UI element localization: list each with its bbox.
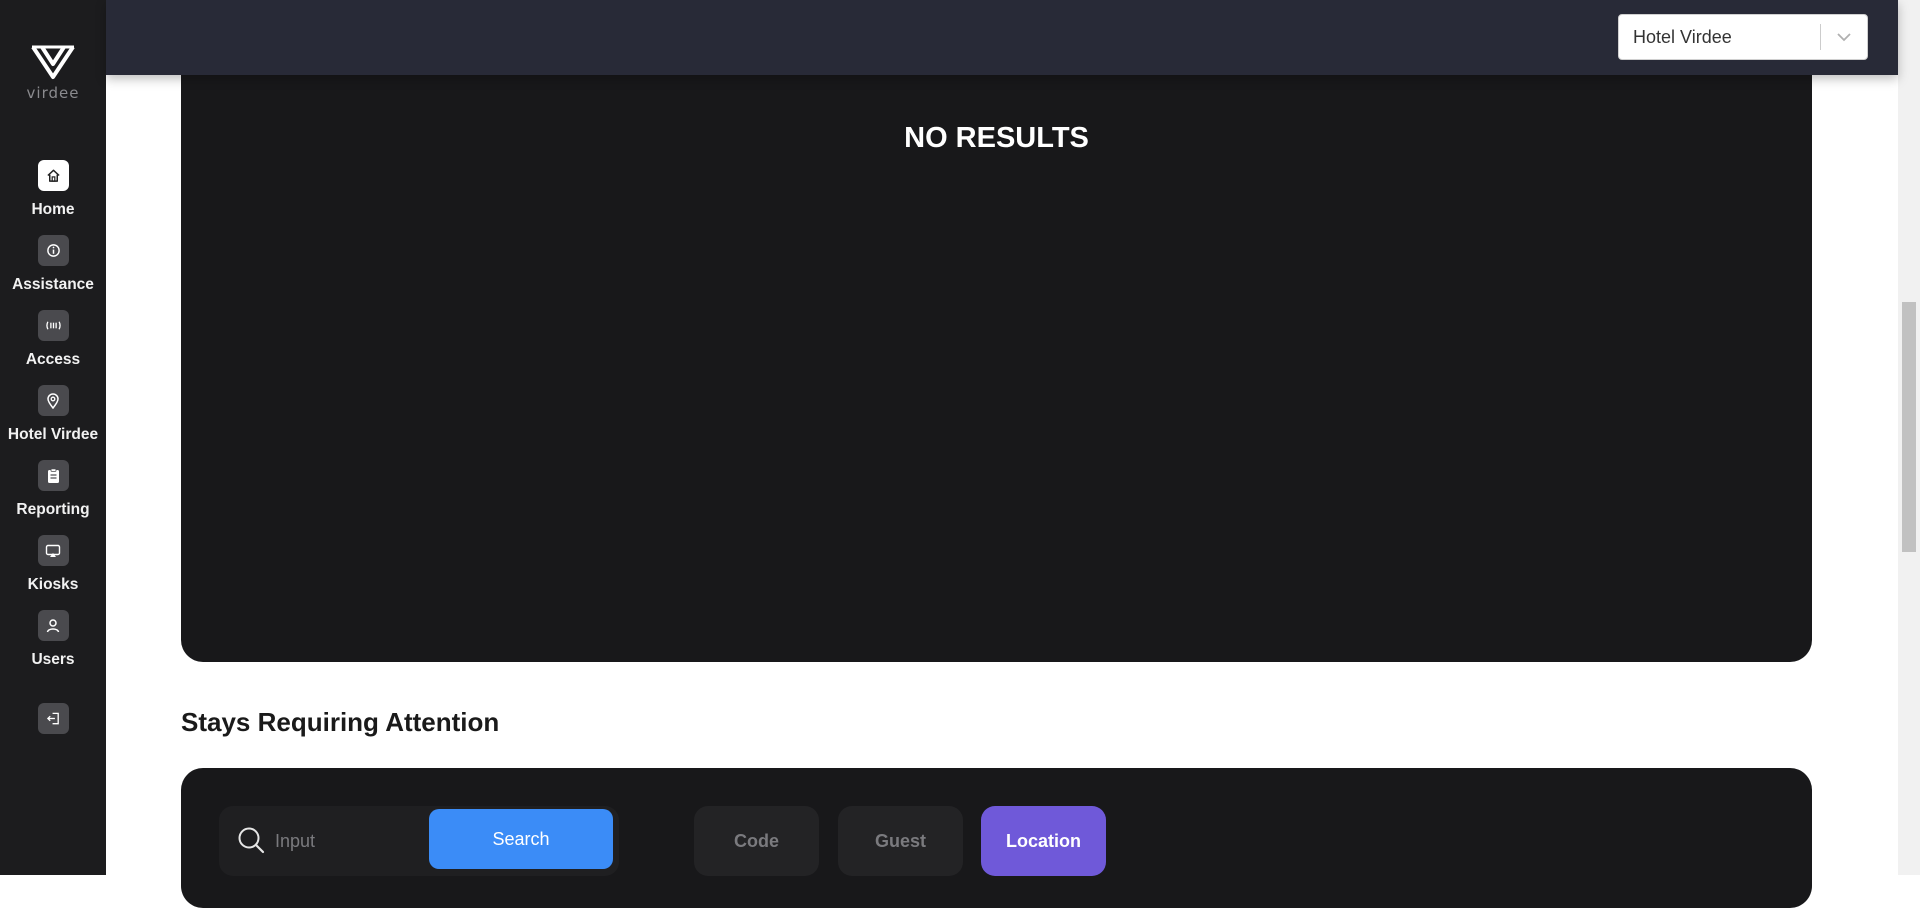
filter-guest-button[interactable]: Guest <box>838 806 963 876</box>
sidebar: virdee Home Assistance Access Hotel Vird… <box>0 0 106 875</box>
sidebar-item-hotel-virdee[interactable]: Hotel Virdee <box>0 385 106 444</box>
home-icon <box>37 160 69 191</box>
sidebar-item-label: Users <box>31 651 75 668</box>
no-results-message: NO RESULTS <box>904 122 1089 154</box>
search-button[interactable]: Search <box>429 809 613 869</box>
stays-card: Search Code Guest Location <box>181 768 1812 908</box>
search-icon <box>237 826 265 854</box>
filter-location-button[interactable]: Location <box>981 806 1106 876</box>
search-input[interactable] <box>275 824 415 858</box>
sidebar-item-users[interactable]: Users <box>0 610 106 669</box>
location-pin-icon <box>37 385 69 416</box>
access-icon <box>37 310 69 341</box>
scrollbar-thumb[interactable] <box>1902 302 1916 552</box>
sidebar-item-label: Assistance <box>12 276 94 293</box>
search-bar: Search <box>219 806 619 876</box>
virdee-logo-icon <box>31 45 75 79</box>
sidebar-item-label: Access <box>25 351 81 368</box>
sidebar-item-assistance[interactable]: Assistance <box>0 235 106 294</box>
sidebar-item-label: Hotel Virdee <box>7 426 99 443</box>
logout-button[interactable] <box>0 703 106 734</box>
sidebar-item-kiosks[interactable]: Kiosks <box>0 535 106 594</box>
top-bar: Hotel Virdee <box>106 0 1898 75</box>
brand-name: virdee <box>26 84 80 102</box>
vertical-scrollbar[interactable] <box>1898 0 1920 875</box>
kiosk-icon <box>37 535 69 566</box>
hotel-selector[interactable]: Hotel Virdee <box>1618 14 1868 60</box>
results-card: NO RESULTS <box>181 40 1812 662</box>
clipboard-icon <box>37 460 69 491</box>
hotel-selector-value: Hotel Virdee <box>1633 26 1732 47</box>
sidebar-item-label: Home <box>31 201 75 218</box>
filter-code-button[interactable]: Code <box>694 806 819 876</box>
chevron-down-icon[interactable] <box>1821 14 1867 60</box>
logout-icon <box>37 703 69 734</box>
sidebar-item-label: Reporting <box>16 501 90 518</box>
sidebar-item-reporting[interactable]: Reporting <box>0 460 106 519</box>
user-icon <box>37 610 69 641</box>
virdee-logo[interactable]: virdee <box>0 44 106 102</box>
sidebar-item-label: Kiosks <box>27 576 79 593</box>
sidebar-item-home[interactable]: Home <box>0 160 106 219</box>
section-title-stays: Stays Requiring Attention <box>181 707 500 737</box>
sidebar-item-access[interactable]: Access <box>0 310 106 369</box>
info-icon <box>37 235 69 266</box>
